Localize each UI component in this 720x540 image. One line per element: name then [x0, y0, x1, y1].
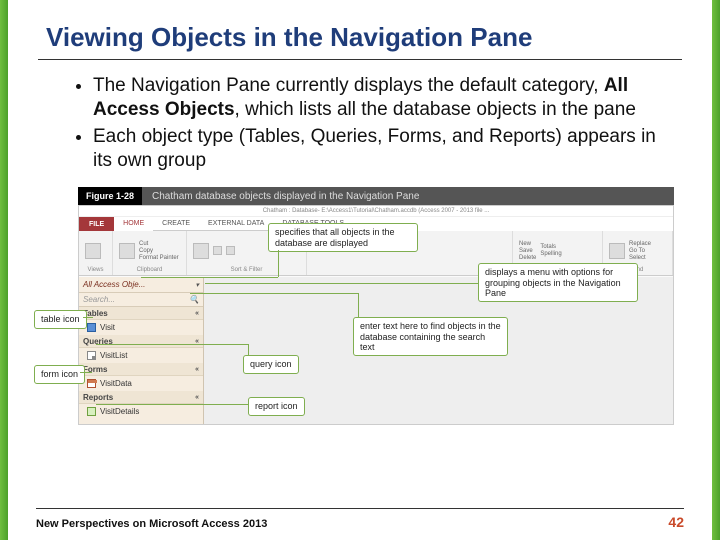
bullet-2: Each object type (Tables, Queries, Forms…: [93, 125, 672, 174]
leader-line: [96, 404, 248, 405]
frame-left: [0, 0, 8, 540]
nav-group-forms[interactable]: Forms «: [79, 363, 203, 376]
find-icon[interactable]: [609, 243, 625, 259]
slide-content: Viewing Objects in the Navigation Pane T…: [8, 0, 712, 540]
leader-line: [248, 344, 249, 356]
collapse-icon: «: [195, 366, 199, 373]
callout-search-text: enter text here to find objects in the d…: [353, 317, 508, 356]
nav-group-reports[interactable]: Reports «: [79, 391, 203, 404]
nav-item-visit-table[interactable]: Visit: [79, 320, 203, 335]
leader-line: [190, 293, 358, 294]
footer-rule: [36, 508, 684, 509]
format-painter-button[interactable]: Format Painter: [139, 255, 179, 261]
callout-table-icon: table icon: [34, 310, 87, 328]
book-title: New Perspectives on Microsoft Access 201…: [36, 518, 267, 530]
title-rule: [38, 59, 682, 60]
goto-button[interactable]: Go To: [629, 248, 651, 254]
report-icon: [87, 407, 96, 416]
view-icon[interactable]: [85, 243, 101, 259]
sort-desc-icon[interactable]: [226, 246, 235, 255]
figure-header: Figure 1-28 Chatham database objects dis…: [78, 187, 674, 205]
cut-button[interactable]: Cut: [139, 241, 179, 247]
tab-file[interactable]: FILE: [79, 217, 114, 231]
callout-report-icon: report icon: [248, 397, 305, 415]
leader-line: [80, 372, 92, 373]
ribbon-group-views: Views: [79, 231, 113, 275]
tab-external-data[interactable]: EXTERNAL DATA: [199, 217, 273, 231]
figure-label: Figure 1-28: [78, 191, 142, 201]
nav-item-visitlist-query[interactable]: VisitList: [79, 348, 203, 363]
window-titlebar: Chatham : Database- E:\Access1\Tutorial\…: [79, 206, 673, 217]
new-button[interactable]: New: [519, 241, 536, 247]
filter-icon[interactable]: [193, 243, 209, 259]
copy-button[interactable]: Copy: [139, 248, 179, 254]
collapse-icon: «: [195, 310, 199, 317]
navigation-pane: All Access Obje... ▾ Search... 🔍 Tables …: [79, 277, 204, 424]
select-button[interactable]: Select: [629, 255, 651, 261]
nav-group-tables[interactable]: Tables «: [79, 307, 203, 320]
figure-caption: Chatham database objects displayed in th…: [142, 187, 674, 205]
search-icon[interactable]: 🔍: [189, 295, 199, 304]
query-icon: [87, 351, 96, 360]
nav-item-visitdata-form[interactable]: VisitData: [79, 376, 203, 391]
form-icon: [87, 379, 96, 388]
callout-menu-options: displays a menu with options for groupin…: [478, 263, 638, 302]
page-number: 42: [668, 514, 684, 530]
leader-line: [141, 277, 278, 278]
nav-item-visitdetails-report[interactable]: VisitDetails: [79, 404, 203, 419]
callout-form-icon: form icon: [34, 365, 85, 383]
frame-right: [712, 0, 720, 540]
sort-asc-icon[interactable]: [213, 246, 222, 255]
leader-line: [205, 283, 478, 284]
bullet-1: The Navigation Pane currently displays t…: [93, 74, 672, 123]
slide-footer: New Perspectives on Microsoft Access 201…: [8, 514, 712, 530]
slide-title: Viewing Objects in the Navigation Pane: [46, 22, 682, 53]
callout-query-icon: query icon: [243, 355, 299, 373]
nav-group-queries[interactable]: Queries «: [79, 335, 203, 348]
table-icon: [87, 323, 96, 332]
tab-create[interactable]: CREATE: [153, 217, 199, 231]
nav-search-box[interactable]: Search... 🔍: [79, 293, 203, 307]
bullet-list: The Navigation Pane currently displays t…: [93, 74, 672, 173]
save-button[interactable]: Save: [519, 248, 536, 254]
spelling-button[interactable]: Spelling: [540, 251, 561, 257]
delete-button[interactable]: Delete: [519, 255, 536, 261]
leader-line: [278, 250, 279, 277]
totals-button[interactable]: Totals: [540, 244, 561, 250]
nav-category-header[interactable]: All Access Obje... ▾: [79, 277, 203, 293]
figure: Figure 1-28 Chatham database objects dis…: [78, 187, 674, 442]
replace-button[interactable]: Replace: [629, 241, 651, 247]
chevron-down-icon[interactable]: ▾: [195, 281, 199, 289]
tab-home[interactable]: HOME: [114, 217, 153, 231]
leader-line: [83, 317, 93, 318]
callout-all-objects: specifies that all objects in the databa…: [268, 223, 418, 252]
collapse-icon: «: [195, 394, 199, 401]
leader-line: [96, 344, 248, 345]
paste-icon[interactable]: [119, 243, 135, 259]
ribbon-group-clipboard: Cut Copy Format Painter Clipboard: [113, 231, 187, 275]
leader-line: [358, 293, 359, 317]
